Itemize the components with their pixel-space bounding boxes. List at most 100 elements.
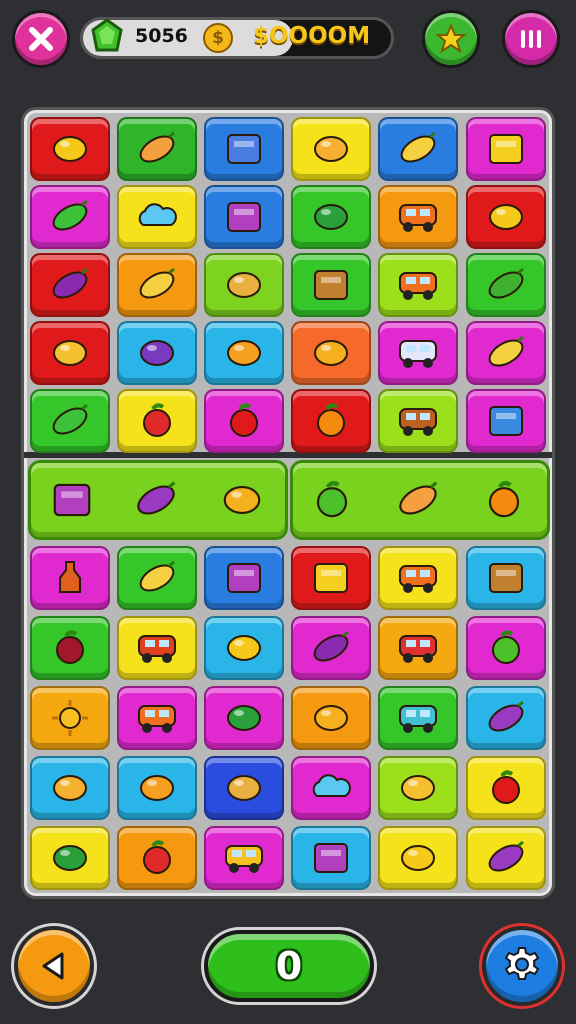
lemon-icon bbox=[401, 845, 435, 871]
tile-bottom-0-4[interactable] bbox=[378, 546, 458, 610]
pear-icon bbox=[401, 775, 435, 801]
tile-top-4-0[interactable] bbox=[30, 389, 110, 453]
tile-top-3-1[interactable] bbox=[117, 321, 197, 385]
tile-bottom-3-2[interactable] bbox=[204, 756, 284, 820]
tile-bottom-4-2[interactable] bbox=[204, 826, 284, 890]
tile-top-2-0[interactable] bbox=[30, 253, 110, 317]
tile-bottom-4-5[interactable] bbox=[466, 826, 546, 890]
orange-icon bbox=[317, 403, 345, 437]
tile-bottom-4-1[interactable] bbox=[117, 826, 197, 890]
plum-icon bbox=[52, 267, 88, 299]
tile-top-4-4[interactable] bbox=[378, 389, 458, 453]
combo-tile-2[interactable] bbox=[202, 462, 282, 538]
tile-top-1-3[interactable] bbox=[291, 185, 371, 249]
tile-top-0-3[interactable] bbox=[291, 117, 371, 181]
tile-top-1-5[interactable] bbox=[466, 185, 546, 249]
tile-bottom-3-4[interactable] bbox=[378, 756, 458, 820]
play-button[interactable]: 0 bbox=[204, 930, 374, 1002]
cheese-block-icon bbox=[489, 134, 523, 164]
tile-top-4-5[interactable] bbox=[466, 389, 546, 453]
tile-top-3-2[interactable] bbox=[204, 321, 284, 385]
tile-top-2-2[interactable] bbox=[204, 253, 284, 317]
eggplant-icon bbox=[137, 481, 176, 515]
tile-bottom-2-1[interactable] bbox=[117, 686, 197, 750]
tile-top-4-2[interactable] bbox=[204, 389, 284, 453]
tile-bottom-2-4[interactable] bbox=[378, 686, 458, 750]
tile-bottom-0-1[interactable] bbox=[117, 546, 197, 610]
tile-bottom-1-4[interactable] bbox=[378, 616, 458, 680]
tile-top-1-2[interactable] bbox=[204, 185, 284, 249]
banana-icon bbox=[139, 560, 175, 592]
corn-icon bbox=[400, 131, 436, 163]
beet-icon bbox=[56, 630, 84, 664]
tile-bottom-4-4[interactable] bbox=[378, 826, 458, 890]
tile-bottom-1-0[interactable] bbox=[30, 616, 110, 680]
eggplant-icon bbox=[488, 840, 524, 872]
pepper-icon bbox=[53, 845, 87, 871]
tile-bottom-4-0[interactable] bbox=[30, 826, 110, 890]
cone-icon bbox=[53, 340, 87, 366]
tile-top-4-1[interactable] bbox=[117, 389, 197, 453]
tile-bottom-3-3[interactable] bbox=[291, 756, 371, 820]
combo-tile-5[interactable] bbox=[464, 462, 544, 538]
settings-button[interactable] bbox=[482, 926, 562, 1006]
tile-bottom-3-0[interactable] bbox=[30, 756, 110, 820]
tile-top-3-4[interactable] bbox=[378, 321, 458, 385]
cloud-icon bbox=[138, 203, 177, 226]
banana-icon bbox=[139, 267, 175, 299]
safe-icon bbox=[314, 563, 348, 593]
pause-icon bbox=[521, 30, 541, 48]
lemon-car-icon bbox=[225, 845, 263, 873]
tile-top-2-4[interactable] bbox=[378, 253, 458, 317]
tile-bottom-2-3[interactable] bbox=[291, 686, 371, 750]
tile-top-1-0[interactable] bbox=[30, 185, 110, 249]
sun-icon bbox=[52, 700, 88, 736]
tile-bottom-2-2[interactable] bbox=[204, 686, 284, 750]
tile-top-3-0[interactable] bbox=[30, 321, 110, 385]
tile-top-2-5[interactable] bbox=[466, 253, 546, 317]
combo-tile-1[interactable] bbox=[116, 462, 196, 538]
tile-top-2-3[interactable] bbox=[291, 253, 371, 317]
mushroom-icon bbox=[227, 340, 261, 366]
tile-bottom-2-0[interactable] bbox=[30, 686, 110, 750]
resource-bar: 5056 $ $OOOOM bbox=[80, 17, 394, 59]
tile-bottom-2-5[interactable] bbox=[466, 686, 546, 750]
cube-icon bbox=[489, 406, 523, 436]
cracker-icon bbox=[227, 272, 261, 298]
close-button[interactable] bbox=[12, 10, 70, 68]
tile-bottom-0-2[interactable] bbox=[204, 546, 284, 610]
tile-bottom-3-5[interactable] bbox=[466, 756, 546, 820]
tile-bottom-0-3[interactable] bbox=[291, 546, 371, 610]
close-x-icon bbox=[29, 27, 53, 51]
tile-top-0-0[interactable] bbox=[30, 117, 110, 181]
tile-top-3-5[interactable] bbox=[466, 321, 546, 385]
combo-tile-4[interactable] bbox=[378, 462, 458, 538]
pause-button[interactable] bbox=[502, 10, 560, 68]
tile-bottom-1-2[interactable] bbox=[204, 616, 284, 680]
plum-icon bbox=[313, 630, 349, 662]
tile-bottom-3-1[interactable] bbox=[117, 756, 197, 820]
tile-top-3-3[interactable] bbox=[291, 321, 371, 385]
combo-tile-3[interactable] bbox=[292, 462, 372, 538]
tile-bottom-1-5[interactable] bbox=[466, 616, 546, 680]
tile-top-1-1[interactable] bbox=[117, 185, 197, 249]
tile-top-1-4[interactable] bbox=[378, 185, 458, 249]
bottle-icon bbox=[59, 561, 81, 593]
tile-bottom-0-5[interactable] bbox=[466, 546, 546, 610]
tile-bottom-4-3[interactable] bbox=[291, 826, 371, 890]
tile-top-0-5[interactable] bbox=[466, 117, 546, 181]
tile-bottom-0-0[interactable] bbox=[30, 546, 110, 610]
lives-counter: 5056 bbox=[135, 25, 188, 47]
tile-bottom-1-3[interactable] bbox=[291, 616, 371, 680]
tile-bottom-1-1[interactable] bbox=[117, 616, 197, 680]
tile-top-0-1[interactable] bbox=[117, 117, 197, 181]
tile-top-0-2[interactable] bbox=[204, 117, 284, 181]
combo-tile-0[interactable] bbox=[32, 462, 112, 538]
van-icon bbox=[399, 204, 437, 232]
tile-top-4-3[interactable] bbox=[291, 389, 371, 453]
pepper-icon bbox=[227, 705, 261, 731]
tile-top-2-1[interactable] bbox=[117, 253, 197, 317]
back-button[interactable] bbox=[14, 926, 94, 1006]
tile-top-0-4[interactable] bbox=[378, 117, 458, 181]
bonus-button[interactable] bbox=[422, 10, 480, 68]
